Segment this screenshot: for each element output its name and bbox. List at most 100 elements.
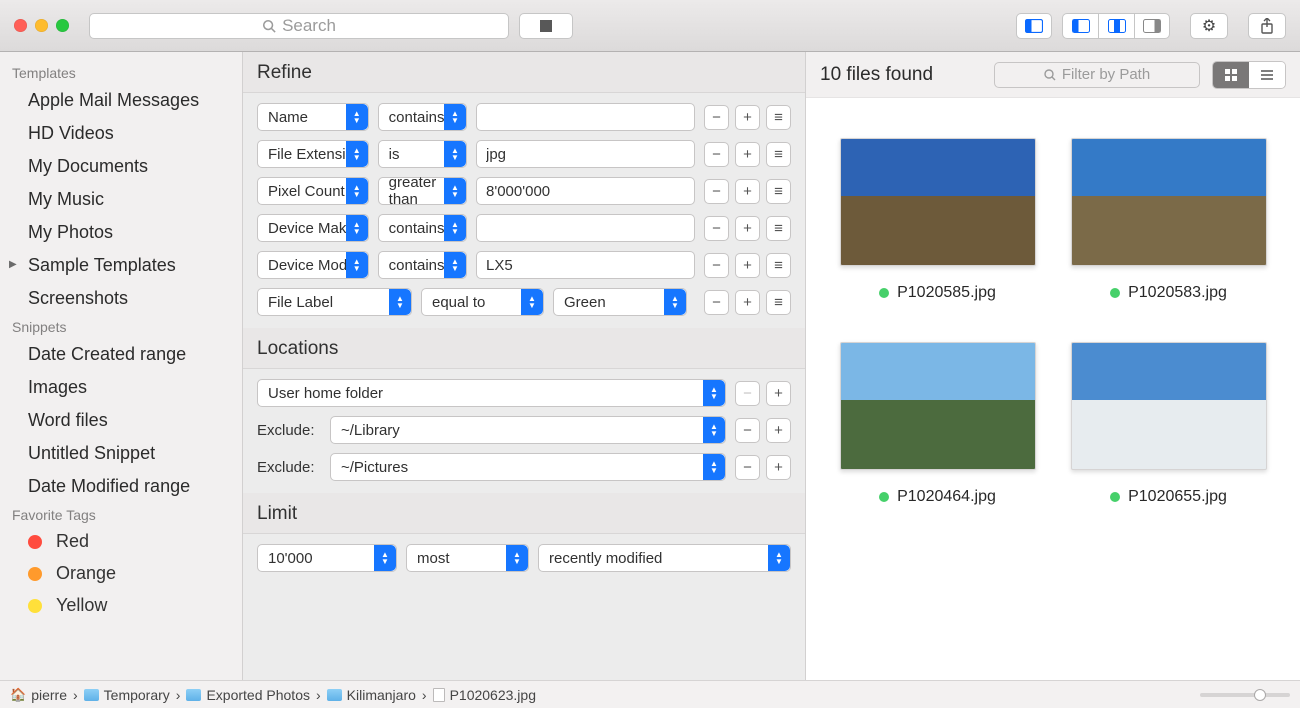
limit-count-select[interactable]: 10'000▲▼ [257,544,397,572]
panel-layout-right[interactable] [1134,13,1170,39]
limit-mode-select[interactable]: most▲▼ [406,544,529,572]
search-placeholder: Search [282,16,336,36]
add-rule-button[interactable]: + [766,381,791,406]
location-path-select[interactable]: User home folder▲▼ [257,379,726,407]
settings-button[interactable]: ⚙ [1190,13,1228,39]
rule-menu-button[interactable]: ≡ [766,216,791,241]
rule-attribute-select[interactable]: Name▲▼ [257,103,369,131]
panel-layout-left[interactable] [1062,13,1098,39]
rule-operator-select[interactable]: greater than▲▼ [378,177,467,205]
sidebar-tag[interactable]: Orange [0,558,242,590]
limit-sort-select[interactable]: recently modified▲▼ [538,544,791,572]
rule-operator-select[interactable]: is▲▼ [378,140,467,168]
search-input[interactable]: Search [89,13,509,39]
remove-rule-button[interactable]: − [704,179,729,204]
breadcrumb-item[interactable]: P1020623.jpg [433,687,536,703]
add-rule-button[interactable]: + [735,179,760,204]
add-rule-button[interactable]: + [735,105,760,130]
rule-menu-button[interactable]: ≡ [766,105,791,130]
rule-value-input[interactable] [476,214,695,242]
view-grid-button[interactable] [1213,62,1249,88]
tag-label: Orange [56,563,116,584]
breadcrumb-separator: › [73,687,78,703]
sidebar-item[interactable]: My Photos [0,216,242,249]
refine-rule: Device Model▲▼ contains▲▼ −+≡ [257,251,791,279]
breadcrumb-item[interactable]: Temporary [84,687,170,703]
rule-menu-button[interactable]: ≡ [766,290,791,315]
rule-attribute-select[interactable]: File Label▲▼ [257,288,412,316]
label-color-icon [879,288,889,298]
sidebar-item[interactable]: Sample Templates [0,249,242,282]
sidebar-item[interactable]: Date Created range [0,338,242,371]
sidebar-item[interactable]: My Music [0,183,242,216]
refine-rule: File Extension▲▼ is▲▼ −+≡ [257,140,791,168]
add-rule-button[interactable]: + [735,290,760,315]
location-path-select[interactable]: ~/Pictures▲▼ [330,453,726,481]
remove-rule-button[interactable]: − [735,418,760,443]
rule-operator-select[interactable]: contains▲▼ [378,103,467,131]
tag-color-icon [28,567,42,581]
sidebar-item[interactable]: Untitled Snippet [0,437,242,470]
label-color-icon [879,492,889,502]
sidebar-item[interactable]: Word files [0,404,242,437]
sidebar-tag[interactable]: Yellow [0,590,242,622]
result-item[interactable]: P1020583.jpg [1063,138,1274,302]
sidebar-item[interactable]: Apple Mail Messages [0,84,242,117]
add-rule-button[interactable]: + [735,253,760,278]
sidebar-item[interactable]: Screenshots [0,282,242,315]
tag-color-icon [28,599,42,613]
remove-rule-button[interactable]: − [735,455,760,480]
breadcrumb-item[interactable]: Kilimanjaro [327,687,416,703]
location-exclude-row: Exclude:~/Pictures▲▼−+ [257,453,791,481]
sidebar-item[interactable]: HD Videos [0,117,242,150]
rule-value-select[interactable]: Green▲▼ [553,288,687,316]
label-color-icon [1110,492,1120,502]
rule-operator-select[interactable]: contains▲▼ [378,214,467,242]
sidebar-item[interactable]: My Documents [0,150,242,183]
remove-rule-button[interactable]: − [704,105,729,130]
slider-knob[interactable] [1254,689,1266,701]
rule-operator-select[interactable]: contains▲▼ [378,251,467,279]
stop-button[interactable] [519,13,573,39]
add-rule-button[interactable]: + [766,455,791,480]
rule-value-input[interactable] [476,177,695,205]
add-rule-button[interactable]: + [735,142,760,167]
view-list-button[interactable] [1249,62,1285,88]
filter-placeholder: Filter by Path [1062,66,1150,83]
share-button[interactable] [1248,13,1286,39]
add-rule-button[interactable]: + [735,216,760,241]
rule-attribute-select[interactable]: Device Make▲▼ [257,214,369,242]
rule-menu-button[interactable]: ≡ [766,253,791,278]
panel-layout-center[interactable] [1098,13,1134,39]
toggle-sidebar-button[interactable] [1016,13,1052,39]
result-item[interactable]: P1020655.jpg [1063,342,1274,506]
close-button[interactable] [14,19,27,32]
rule-menu-button[interactable]: ≡ [766,142,791,167]
rule-menu-button[interactable]: ≡ [766,179,791,204]
rule-attribute-select[interactable]: Device Model▲▼ [257,251,369,279]
rule-attribute-select[interactable]: Pixel Count▲▼ [257,177,369,205]
zoom-button[interactable] [56,19,69,32]
sidebar-item[interactable]: Images [0,371,242,404]
zoom-slider[interactable] [1200,693,1290,697]
minimize-button[interactable] [35,19,48,32]
breadcrumb-item[interactable]: Exported Photos [186,687,310,703]
remove-rule-button[interactable]: − [704,290,729,315]
filter-path-input[interactable]: Filter by Path [994,62,1200,88]
rule-attribute-select[interactable]: File Extension▲▼ [257,140,369,168]
breadcrumb-item[interactable]: 🏠pierre [10,687,67,703]
rule-value-input[interactable] [476,140,695,168]
rule-operator-select[interactable]: equal to▲▼ [421,288,544,316]
result-item[interactable]: P1020585.jpg [832,138,1043,302]
sidebar: TemplatesApple Mail MessagesHD VideosMy … [0,52,243,680]
result-item[interactable]: P1020464.jpg [832,342,1043,506]
location-path-select[interactable]: ~/Library▲▼ [330,416,726,444]
sidebar-tag[interactable]: Red [0,526,242,558]
remove-rule-button[interactable]: − [704,253,729,278]
add-rule-button[interactable]: + [766,418,791,443]
sidebar-item[interactable]: Date Modified range [0,470,242,503]
rule-value-input[interactable] [476,103,695,131]
rule-value-input[interactable] [476,251,695,279]
remove-rule-button[interactable]: − [704,216,729,241]
remove-rule-button[interactable]: − [704,142,729,167]
